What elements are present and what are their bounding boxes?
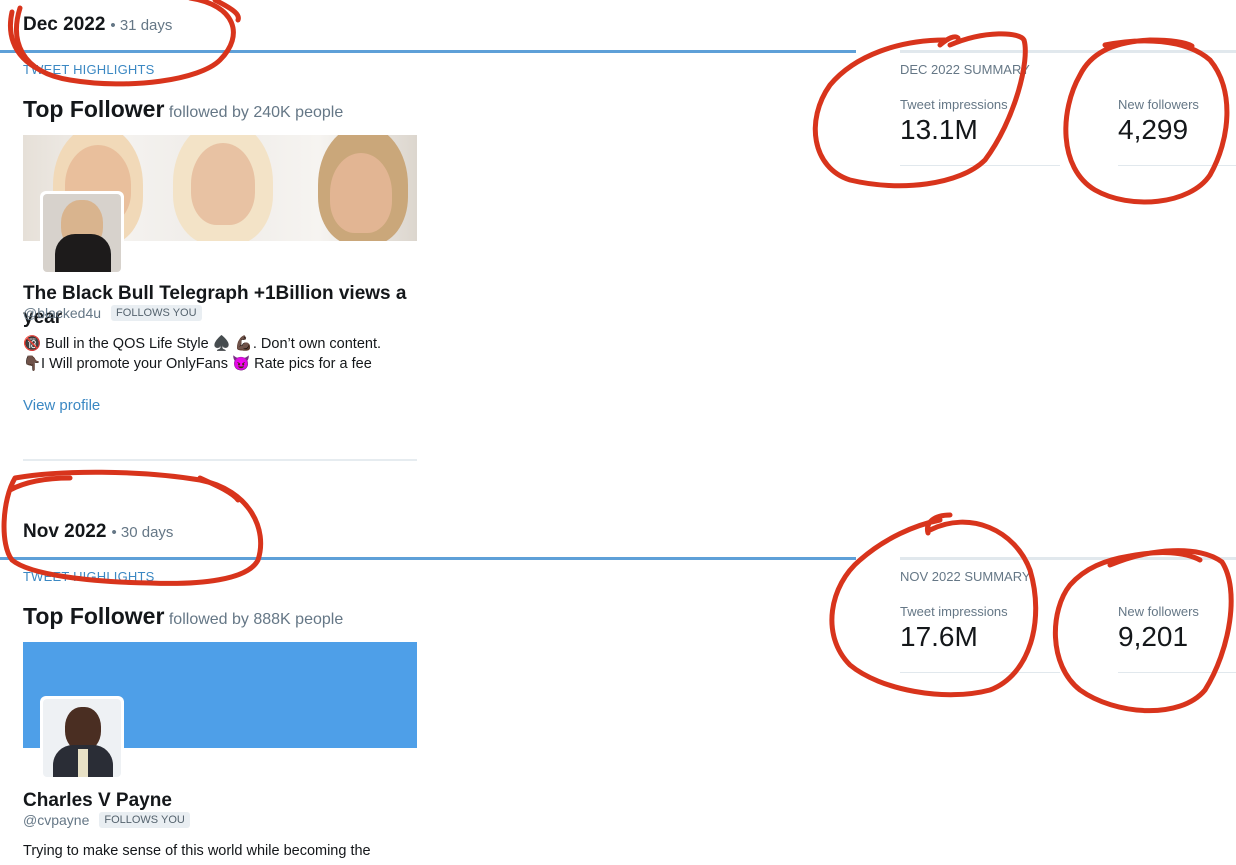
top-follower-heading: Top Follower bbox=[23, 603, 165, 629]
metric-value: 4,299 bbox=[1118, 114, 1189, 145]
section-rule bbox=[0, 557, 856, 560]
month-header: Nov 2022 • 30 days bbox=[23, 521, 173, 543]
month-section-nov-2022: Nov 2022 • 30 days TWEET HIGHLIGHTS NOV … bbox=[0, 507, 1236, 865]
summary-label: NOV 2022 SUMMARY bbox=[900, 569, 1031, 584]
metric-rule bbox=[1118, 165, 1236, 166]
top-follower-title: Top Follower followed by 240K people bbox=[23, 96, 343, 123]
top-follower-count: followed by 888K people bbox=[168, 611, 344, 628]
month-header: Dec 2022 • 31 days bbox=[23, 14, 172, 36]
tweet-highlights-label: TWEET HIGHLIGHTS bbox=[23, 62, 155, 77]
bio-line: 🔞 Bull in the QOS Life Style ♠️ 💪🏿. Don’… bbox=[23, 336, 382, 352]
month-name: Dec 2022 bbox=[23, 14, 106, 35]
user-display-name[interactable]: Charles V Payne bbox=[23, 789, 417, 813]
bio-line: Trying to make sense of this world while… bbox=[23, 843, 371, 859]
metric-rule bbox=[900, 672, 1060, 673]
metric-rule bbox=[1118, 672, 1236, 673]
top-follower-title: Top Follower followed by 888K people bbox=[23, 603, 343, 630]
month-section-dec-2022: Dec 2022 • 31 days TWEET HIGHLIGHTS DEC … bbox=[0, 0, 1236, 465]
metric-label: Tweet impressions bbox=[900, 604, 1008, 619]
user-bio: 🔞 Bull in the QOS Life Style ♠️ 💪🏿. Don’… bbox=[23, 334, 423, 374]
month-name: Nov 2022 bbox=[23, 521, 107, 542]
avatar[interactable] bbox=[40, 696, 124, 780]
handle-row: @cvpayne FOLLOWS YOU bbox=[23, 812, 190, 828]
avatar[interactable] bbox=[40, 191, 124, 275]
metric-value: 9,201 bbox=[1118, 621, 1189, 652]
section-rule bbox=[0, 50, 856, 53]
metric-label: New followers bbox=[1118, 97, 1199, 112]
top-follower-heading: Top Follower bbox=[23, 96, 165, 122]
new-followers-metric: New followers 9,201 bbox=[1118, 604, 1199, 653]
user-bio: Trying to make sense of this world while… bbox=[23, 841, 423, 861]
summary-rule bbox=[900, 50, 1236, 53]
handle-row: @blacked4u FOLLOWS YOU bbox=[23, 305, 202, 321]
month-days: • 31 days bbox=[110, 17, 173, 34]
metric-label: New followers bbox=[1118, 604, 1199, 619]
follows-you-badge: FOLLOWS YOU bbox=[111, 305, 202, 321]
tweet-highlights-label: TWEET HIGHLIGHTS bbox=[23, 569, 155, 584]
summary-rule bbox=[900, 557, 1236, 560]
metric-value: 13.1M bbox=[900, 114, 978, 145]
new-followers-metric: New followers 4,299 bbox=[1118, 97, 1199, 146]
section-divider bbox=[23, 459, 417, 461]
summary-label: DEC 2022 SUMMARY bbox=[900, 62, 1030, 77]
tweet-impressions-metric: Tweet impressions 17.6M bbox=[900, 604, 1008, 653]
view-profile-link[interactable]: View profile bbox=[23, 397, 100, 414]
bio-line: 👇🏿I Will promote your OnlyFans 😈 Rate pi… bbox=[23, 356, 372, 372]
follows-you-badge: FOLLOWS YOU bbox=[99, 812, 190, 828]
top-follower-count: followed by 240K people bbox=[168, 104, 344, 121]
metric-rule bbox=[900, 165, 1060, 166]
tweet-impressions-metric: Tweet impressions 13.1M bbox=[900, 97, 1008, 146]
metric-label: Tweet impressions bbox=[900, 97, 1008, 112]
user-handle[interactable]: @cvpayne bbox=[23, 812, 89, 828]
month-days: • 30 days bbox=[111, 524, 174, 541]
metric-value: 17.6M bbox=[900, 621, 978, 652]
user-handle[interactable]: @blacked4u bbox=[23, 305, 101, 321]
